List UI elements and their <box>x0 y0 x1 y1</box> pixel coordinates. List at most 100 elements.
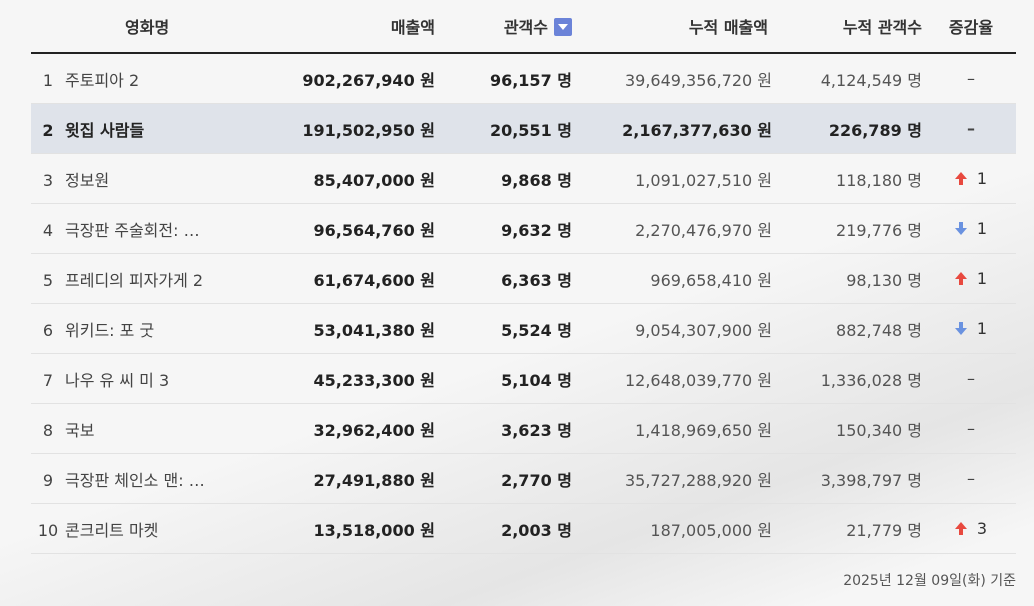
revenue-cell: 96,564,760 원 <box>286 203 441 254</box>
audience-cell: 2,770 명 <box>441 453 576 504</box>
revenue-cell: 191,502,950 원 <box>286 103 441 154</box>
cum-revenue-cell: 969,658,410 원 <box>576 253 776 304</box>
audience-cell: 9,632 명 <box>441 203 576 254</box>
movie-title[interactable]: 국보 <box>65 421 94 440</box>
rank-change-value: 1 <box>976 269 988 288</box>
rank-change-value: 3 <box>976 519 988 538</box>
rank-change-value: 1 <box>976 219 988 238</box>
table-row[interactable]: 5 프레디의 피자가게 2 61,674,600 원 6,363 명 969,658,4… <box>31 253 1016 304</box>
rank-number: 5 <box>42 270 54 290</box>
header-cum-revenue[interactable]: 누적 매출액 <box>576 0 776 54</box>
header-audience-label: 관객수 <box>503 18 548 37</box>
cum-revenue-cell: 2,167,377,630 원 <box>576 103 776 154</box>
header-audience[interactable]: 관객수 <box>441 0 576 54</box>
movie-title[interactable]: 주토피아 2 <box>65 71 139 90</box>
revenue-cell: 902,267,940 원 <box>286 53 441 104</box>
rank-change-value: 1 <box>976 169 988 188</box>
movie-title[interactable]: 위키드: 포 굿 <box>65 321 154 340</box>
movie-cell[interactable]: 7 나우 유 씨 미 3 <box>31 353 286 404</box>
change-cell: – <box>926 103 1016 154</box>
movie-title[interactable]: 극장판 주술회전: … <box>65 221 200 240</box>
audience-cell: 5,524 명 <box>441 303 576 354</box>
movie-cell[interactable]: 9 극장판 체인소 맨: … <box>31 453 286 504</box>
movie-title[interactable]: 극장판 체인소 맨: … <box>65 471 205 490</box>
table-row[interactable]: 3 정보원 85,407,000 원 9,868 명 1,091,027,510 원 11… <box>31 153 1016 204</box>
boxoffice-table: 영화명 매출액 관객수 누적 매출액 누적 관객수 증감율 1 주토피아 2 902… <box>31 0 1016 554</box>
movie-cell[interactable]: 8 국보 <box>31 403 286 454</box>
revenue-cell: 61,674,600 원 <box>286 253 441 304</box>
cum-audience-cell: 4,124,549 명 <box>776 53 926 104</box>
cum-revenue-cell: 39,649,356,720 원 <box>576 53 776 104</box>
cum-audience-cell: 219,776 명 <box>776 203 926 254</box>
movie-cell[interactable]: 5 프레디의 피자가게 2 <box>31 253 286 304</box>
header-title[interactable]: 영화명 <box>31 0 286 54</box>
table-row[interactable]: 2 윗집 사람들 191,502,950 원 20,551 명 2,167,377,63… <box>31 103 1016 154</box>
rank-down-icon <box>954 322 967 336</box>
movie-title[interactable]: 콘크리트 마켓 <box>65 521 158 540</box>
boxoffice-table-container: 영화명 매출액 관객수 누적 매출액 누적 관객수 증감율 1 주토피아 2 902… <box>31 0 1016 554</box>
table-row[interactable]: 4 극장판 주술회전: … 96,564,760 원 9,632 명 2,270,476… <box>31 203 1016 254</box>
header-revenue[interactable]: 매출액 <box>286 0 441 54</box>
audience-cell: 3,623 명 <box>441 403 576 454</box>
revenue-cell: 45,233,300 원 <box>286 353 441 404</box>
revenue-cell: 53,041,380 원 <box>286 303 441 354</box>
audience-cell: 9,868 명 <box>441 153 576 204</box>
movie-title[interactable]: 나우 유 씨 미 3 <box>65 371 169 390</box>
audience-cell: 96,157 명 <box>441 53 576 104</box>
change-cell: 1 <box>926 203 1016 254</box>
table-row[interactable]: 10 콘크리트 마켓 13,518,000 원 2,003 명 187,005,000 … <box>31 503 1016 554</box>
rank-number: 3 <box>42 170 54 190</box>
movie-cell[interactable]: 1 주토피아 2 <box>31 53 286 104</box>
change-cell: – <box>926 403 1016 454</box>
cum-audience-cell: 150,340 명 <box>776 403 926 454</box>
rank-number: 10 <box>37 520 59 540</box>
cum-audience-cell: 3,398,797 명 <box>776 453 926 504</box>
cum-audience-cell: 118,180 명 <box>776 153 926 204</box>
movie-title[interactable]: 프레디의 피자가게 2 <box>65 271 203 290</box>
cum-revenue-cell: 187,005,000 원 <box>576 503 776 554</box>
cum-revenue-cell: 9,054,307,900 원 <box>576 303 776 354</box>
rank-number: 9 <box>42 470 54 490</box>
rank-number: 7 <box>42 370 54 390</box>
sort-desc-icon[interactable] <box>554 18 572 36</box>
table-row[interactable]: 8 국보 32,962,400 원 3,623 명 1,418,969,650 원 150… <box>31 403 1016 454</box>
movie-cell[interactable]: 10 콘크리트 마켓 <box>31 503 286 554</box>
reference-date: 2025년 12월 09일(화) 기준 <box>843 573 1016 589</box>
movie-title[interactable]: 윗집 사람들 <box>65 121 144 140</box>
rank-change-none: – <box>967 69 975 88</box>
rank-number: 2 <box>42 120 54 140</box>
cum-revenue-cell: 2,270,476,970 원 <box>576 203 776 254</box>
movie-cell[interactable]: 3 정보원 <box>31 153 286 204</box>
audience-cell: 5,104 명 <box>441 353 576 404</box>
cum-audience-cell: 21,779 명 <box>776 503 926 554</box>
table-row[interactable]: 9 극장판 체인소 맨: … 27,491,880 원 2,770 명 35,727,2… <box>31 453 1016 504</box>
change-cell: 1 <box>926 153 1016 204</box>
header-change[interactable]: 증감율 <box>926 0 1016 54</box>
movie-cell[interactable]: 4 극장판 주술회전: … <box>31 203 286 254</box>
table-row[interactable]: 6 위키드: 포 굿 53,041,380 원 5,524 명 9,054,307,90… <box>31 303 1016 354</box>
change-cell: – <box>926 453 1016 504</box>
table-row[interactable]: 1 주토피아 2 902,267,940 원 96,157 명 39,649,356,7… <box>31 53 1016 104</box>
table-row[interactable]: 7 나우 유 씨 미 3 45,233,300 원 5,104 명 12,648,039… <box>31 353 1016 404</box>
change-cell: – <box>926 53 1016 104</box>
audience-cell: 20,551 명 <box>441 103 576 154</box>
rank-number: 8 <box>42 420 54 440</box>
cum-audience-cell: 1,336,028 명 <box>776 353 926 404</box>
change-cell: – <box>926 353 1016 404</box>
movie-title[interactable]: 정보원 <box>65 171 109 190</box>
rank-down-icon <box>954 222 967 236</box>
revenue-cell: 85,407,000 원 <box>286 153 441 204</box>
revenue-cell: 13,518,000 원 <box>286 503 441 554</box>
cum-audience-cell: 882,748 명 <box>776 303 926 354</box>
change-cell: 1 <box>926 303 1016 354</box>
revenue-cell: 27,491,880 원 <box>286 453 441 504</box>
rank-change-none: – <box>967 419 975 438</box>
rank-up-icon <box>954 172 967 186</box>
table-header-row: 영화명 매출액 관객수 누적 매출액 누적 관객수 증감율 <box>31 0 1016 54</box>
header-cum-audience[interactable]: 누적 관객수 <box>776 0 926 54</box>
movie-cell[interactable]: 2 윗집 사람들 <box>31 103 286 154</box>
change-cell: 3 <box>926 503 1016 554</box>
movie-cell[interactable]: 6 위키드: 포 굿 <box>31 303 286 354</box>
rank-number: 4 <box>42 220 54 240</box>
cum-audience-cell: 226,789 명 <box>776 103 926 154</box>
